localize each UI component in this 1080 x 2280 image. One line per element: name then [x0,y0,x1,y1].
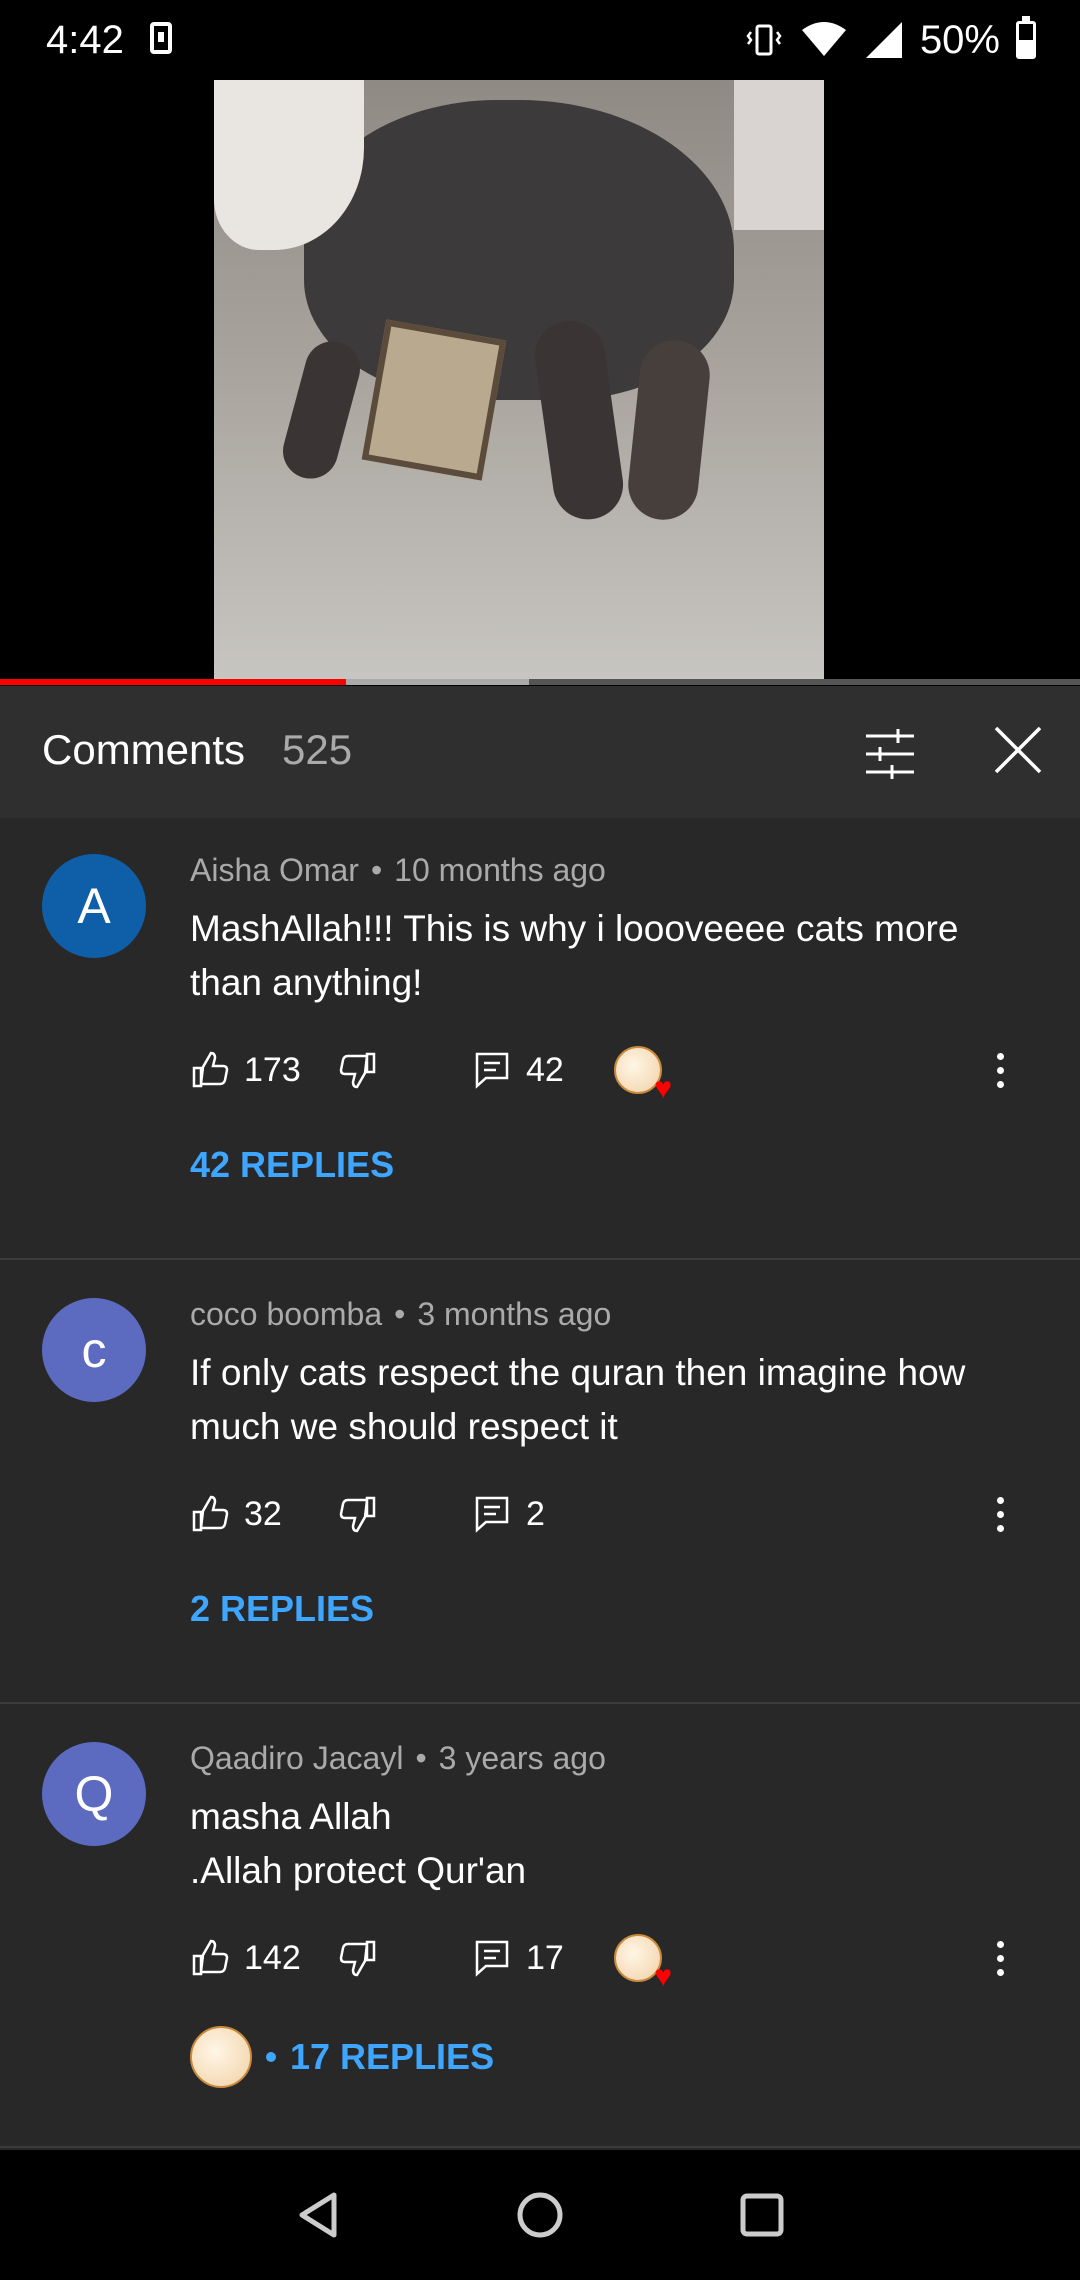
more-vertical-icon[interactable] [980,1928,1020,1988]
separator-dot: • [394,1296,406,1332]
avatar[interactable]: A [42,854,146,958]
comment-author[interactable]: Qaadiro Jacayl [190,1740,403,1776]
dislike-button[interactable] [338,1040,378,1100]
comment-thread: c coco boomba • 3 months ago If only cats … [0,1262,1080,1704]
comment-icon [475,1940,509,1977]
comment-thread: A Aisha Omar • 10 months ago MashAllah!!! … [0,818,1080,1260]
comment-meta: Qaadiro Jacayl • 3 years ago [190,1740,606,1777]
status-time: 4:42 [46,18,124,62]
thumbs-up-icon [192,1495,229,1532]
comment-text-line: masha Allah [190,1796,392,1837]
like-button[interactable]: 142 [190,1928,301,1988]
replies-label: 42 REPLIES [190,1144,395,1185]
creator-avatar [190,2026,252,2088]
comments-count: 525 [282,726,353,773]
thumbs-down-icon [339,1496,376,1533]
comment-text: If only cats respect the quran then imag… [190,1346,1010,1454]
reply-count: 42 [526,1050,564,1089]
separator-dot: • [370,852,383,888]
like-count: 32 [244,1494,282,1533]
thumbs-down-icon [339,1940,376,1977]
comment-author[interactable]: coco boomba [190,1296,382,1332]
thumbs-up-icon [192,1939,229,1976]
status-icons: 50% [744,16,1036,64]
progress-played [0,679,346,685]
avatar[interactable]: Q [42,1742,146,1846]
like-button[interactable]: 173 [190,1040,301,1100]
more-vertical-icon[interactable] [980,1040,1020,1100]
comment-actions: 142 17 [190,1928,1050,1992]
reply-count: 17 [526,1938,564,1977]
sliders-icon[interactable] [862,726,918,782]
thumbs-up-icon [192,1051,229,1088]
video-background [734,80,824,230]
comment-meta: Aisha Omar • 10 months ago [190,852,606,889]
wifi-icon [801,22,846,56]
reply-count: 2 [526,1494,545,1533]
replies-label: 17 REPLIES [290,2036,495,2077]
more-vertical-icon[interactable] [980,1484,1020,1544]
comments-header: Comments 525 [0,686,1080,818]
like-button[interactable]: 32 [190,1484,282,1544]
triangle-back-icon[interactable] [290,2185,350,2245]
replies-label: 2 REPLIES [190,1588,375,1629]
comment-text-line: than anything! [190,962,423,1003]
like-count: 142 [244,1938,301,1977]
book-figure [361,319,507,481]
download-notification-icon [150,22,172,54]
comment-actions: 173 42 [190,1040,1050,1104]
close-icon[interactable] [990,722,1046,778]
battery-percent: 50% [919,17,1000,62]
video-frame[interactable] [214,80,824,684]
comment-time: 10 months ago [394,852,606,888]
circle-home-icon[interactable] [510,2185,570,2245]
dislike-button[interactable] [338,1484,378,1544]
cat-leg [276,335,367,485]
comment-icon [475,1496,509,1533]
comment-thread: Q Qaadiro Jacayl • 3 years ago masha Allah… [0,1706,1080,2148]
view-replies-link[interactable]: 2 REPLIES [190,1588,374,1630]
view-replies-link[interactable]: 42 REPLIES [190,1144,394,1186]
comment-text-line: much we should respect it [190,1406,618,1447]
view-replies-link[interactable]: 17 REPLIES [190,2026,494,2088]
comment-meta: coco boomba • 3 months ago [190,1296,611,1333]
comments-title: Comments [42,726,246,773]
video-player[interactable] [0,80,1080,685]
status-bar: 4:42 50% [0,0,1080,80]
comment-text-line: .Allah protect Qur'an [190,1850,527,1891]
thumbs-down-icon [339,1052,376,1089]
comment-time: 3 months ago [417,1296,612,1332]
like-count: 173 [244,1050,301,1089]
comment-text-line: MashAllah!!! This is why i loooveeee cat… [190,908,959,949]
creator-heart-icon [614,1934,672,1992]
system-nav-bar [0,2150,1080,2280]
dislike-button[interactable] [338,1928,378,1988]
square-recents-icon[interactable] [732,2185,792,2245]
avatar[interactable]: c [42,1298,146,1402]
cell-signal-icon [865,22,902,58]
comment-author[interactable]: Aisha Omar [190,852,359,888]
comment-text: masha Allah .Allah protect Qur'an [190,1790,1010,1898]
comment-text-line: If only cats respect the quran then imag… [190,1352,966,1393]
vibrate-icon [746,24,782,56]
battery-icon [1016,16,1036,59]
video-progress-bar[interactable] [0,679,1080,685]
reply-button[interactable]: 17 [472,1928,564,1988]
comment-actions: 32 2 [190,1484,1050,1544]
creator-heart-icon [614,1046,672,1104]
separator-dot [266,2052,276,2062]
comment-time: 3 years ago [438,1740,606,1776]
reply-button[interactable]: 42 [472,1040,564,1100]
separator-dot: • [415,1740,427,1776]
comments-panel: Comments 525 A Aisha Omar • 10 months ago … [0,686,1080,2150]
comment-text: MashAllah!!! This is why i loooveeee cat… [190,902,1010,1010]
comment-icon [475,1052,509,1089]
reply-button[interactable]: 2 [472,1484,545,1544]
